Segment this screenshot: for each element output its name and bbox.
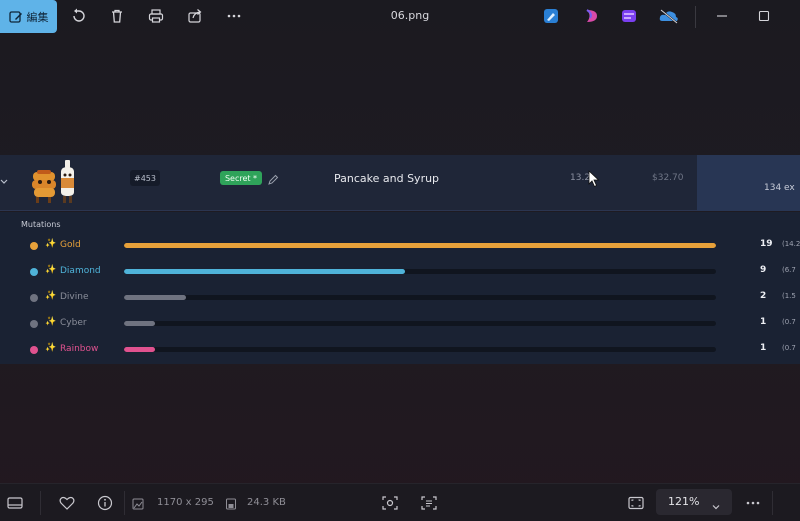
mutation-row: ✨ Cyber 1 (0.7 xyxy=(0,316,800,332)
mutation-bar-track xyxy=(124,243,716,248)
mutation-count: 1 xyxy=(760,343,767,353)
mutation-name: Gold xyxy=(60,240,81,250)
mutation-dot xyxy=(30,320,38,328)
item-price: $32.70 xyxy=(652,173,684,183)
mutation-dot xyxy=(30,268,38,276)
collapse-chevron-icon[interactable] xyxy=(0,174,10,190)
mutation-bar-fill xyxy=(124,347,156,352)
toolbar-separator xyxy=(695,6,696,28)
fit-to-window-icon[interactable] xyxy=(627,494,645,512)
status-separator xyxy=(124,491,125,515)
mutation-name: Cyber xyxy=(60,318,87,328)
pancake-syrup-sprite xyxy=(28,158,80,206)
info-icon[interactable] xyxy=(96,494,114,512)
minimize-icon[interactable] xyxy=(712,6,732,26)
file-title: 06.png xyxy=(390,9,430,22)
image-size-icon xyxy=(131,495,145,513)
mutation-bar-track xyxy=(124,269,716,274)
mutation-bar-track xyxy=(124,321,716,326)
pencil-icon[interactable] xyxy=(267,171,279,185)
top-toolbar: 編集 06.png xyxy=(0,0,800,34)
share-icon[interactable] xyxy=(185,6,205,26)
mutation-bar-fill xyxy=(124,295,187,300)
chevron-down-icon xyxy=(711,497,721,510)
mutation-bar-fill xyxy=(124,269,406,274)
sparkle-icon: ✨ xyxy=(45,239,57,249)
sparkle-icon: ✨ xyxy=(45,265,57,275)
rotate-icon[interactable] xyxy=(69,6,89,26)
rarity-badge: Secret * xyxy=(220,171,262,185)
mutation-percent: (14.2 xyxy=(782,240,800,248)
mutations-title: Mutations xyxy=(21,220,61,229)
mouse-cursor-icon xyxy=(588,170,600,188)
text-scan-icon[interactable] xyxy=(420,494,438,512)
more-options-icon[interactable] xyxy=(224,6,244,26)
delete-icon[interactable] xyxy=(107,6,127,26)
sparkle-icon: ✨ xyxy=(45,317,57,327)
mutation-row: ✨ Diamond 9 (6.7 xyxy=(0,264,800,280)
mutation-bar-fill xyxy=(124,321,156,326)
mutation-count: 1 xyxy=(760,317,767,327)
sparkle-icon: ✨ xyxy=(45,291,57,301)
zoom-dropdown[interactable]: 121% xyxy=(656,489,732,515)
item-id-badge: #453 xyxy=(130,170,160,186)
clipchamp-icon[interactable] xyxy=(621,8,637,24)
edit-image-icon xyxy=(8,10,22,23)
status-separator xyxy=(40,491,41,515)
existence-count: 134 ex xyxy=(764,183,795,193)
print-icon[interactable] xyxy=(146,6,166,26)
mutation-row: ✨ Rainbow 1 (0.7 xyxy=(0,342,800,358)
file-size: 24.3 KB xyxy=(247,497,286,508)
favorite-heart-icon[interactable] xyxy=(58,494,76,512)
mutation-name: Divine xyxy=(60,292,89,302)
onedrive-icon[interactable] xyxy=(659,8,679,24)
status-separator xyxy=(772,491,773,515)
mutation-name: Rainbow xyxy=(60,344,99,354)
mutation-count: 9 xyxy=(760,265,767,275)
mutation-row: ✨ Gold 19 (14.2 xyxy=(0,238,800,254)
zoom-level: 121% xyxy=(668,495,700,508)
maximize-icon[interactable] xyxy=(754,6,774,26)
sparkle-icon: ✨ xyxy=(45,343,57,353)
more-options-icon[interactable] xyxy=(744,494,762,512)
mutation-count: 2 xyxy=(760,291,767,301)
image-dimensions: 1170 x 295 xyxy=(157,497,214,508)
mutation-percent: (0.7 xyxy=(782,344,796,352)
photos-edit-icon[interactable] xyxy=(543,8,559,24)
mutation-bar-track xyxy=(124,295,716,300)
mutation-percent: (0.7 xyxy=(782,318,796,326)
visual-search-icon[interactable] xyxy=(381,494,399,512)
mutation-dot xyxy=(30,294,38,302)
filmstrip-icon[interactable] xyxy=(6,494,24,512)
mutation-row: ✨ Divine 2 (1.5 xyxy=(0,290,800,306)
item-name: Pancake and Syrup xyxy=(334,172,440,185)
edit-button-label: 編集 xyxy=(26,10,49,24)
mutation-percent: (1.5 xyxy=(782,292,796,300)
mutation-bar-track xyxy=(124,347,716,352)
mutation-dot xyxy=(30,242,38,250)
mutation-count: 19 xyxy=(760,239,773,249)
edit-button[interactable]: 編集 xyxy=(0,0,57,33)
file-size-icon xyxy=(224,495,238,513)
mutation-bar-fill xyxy=(124,243,716,248)
mutation-percent: (6.7 xyxy=(782,266,796,274)
designer-icon[interactable] xyxy=(584,8,600,24)
mutation-name: Diamond xyxy=(60,266,101,276)
mutation-dot xyxy=(30,346,38,354)
